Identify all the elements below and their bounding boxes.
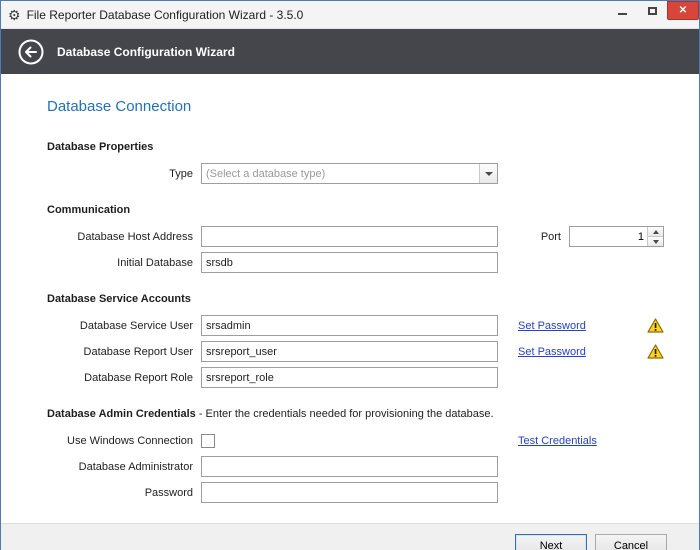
type-label: Type (47, 168, 193, 180)
row-initial-database: Initial Database (47, 252, 664, 273)
windows-connection-checkbox[interactable] (201, 434, 215, 448)
app-gear-icon: ⚙ (8, 8, 21, 22)
dropdown-button[interactable] (479, 164, 497, 183)
back-button[interactable] (17, 38, 45, 66)
set-password-link-report-user[interactable]: Set Password (518, 346, 586, 358)
row-service-user: Database Service User Set Password (47, 315, 664, 336)
report-user-label: Database Report User (47, 346, 193, 358)
service-user-input[interactable] (201, 315, 498, 336)
cancel-button[interactable]: Cancel (595, 534, 667, 550)
windows-connection-label: Use Windows Connection (47, 435, 193, 447)
warning-icon-service-user (647, 318, 664, 333)
maximize-button[interactable] (637, 1, 667, 20)
row-administrator: Database Administrator (47, 456, 664, 477)
report-role-input[interactable] (201, 367, 498, 388)
administrator-input[interactable] (201, 456, 498, 477)
minimize-button[interactable] (607, 1, 637, 20)
section-heading-communication: Communication (47, 204, 664, 216)
footer: Next Cancel (1, 523, 699, 550)
port-input[interactable] (570, 227, 647, 246)
window-controls: ✕ (607, 1, 699, 28)
close-button[interactable]: ✕ (667, 1, 699, 20)
section-admin-credentials: Database Admin Credentials - Enter the c… (47, 408, 664, 503)
wizard-header: Database Configuration Wizard (1, 29, 699, 74)
report-user-input[interactable] (201, 341, 498, 362)
section-heading-service-accounts: Database Service Accounts (47, 293, 664, 305)
host-address-input[interactable] (201, 226, 498, 247)
row-report-role: Database Report Role (47, 367, 664, 388)
row-host-address: Database Host Address Port (47, 226, 664, 247)
chevron-up-icon (653, 230, 659, 234)
titlebar: ⚙ File Reporter Database Configuration W… (1, 1, 699, 29)
row-windows-connection: Use Windows Connection Test Credentials (47, 430, 664, 451)
database-type-select[interactable]: (Select a database type) (201, 163, 498, 184)
chevron-down-icon (653, 240, 659, 244)
close-icon: ✕ (679, 5, 687, 16)
port-decrement-button[interactable] (648, 236, 663, 246)
section-heading-admin-credentials: Database Admin Credentials - Enter the c… (47, 408, 664, 420)
row-type: Type (Select a database type) (47, 163, 664, 184)
warning-icon-report-user (647, 344, 664, 359)
initial-database-label: Initial Database (47, 257, 193, 269)
database-type-selected-value: (Select a database type) (202, 168, 479, 180)
row-password: Password (47, 482, 664, 503)
test-credentials-link[interactable]: Test Credentials (518, 435, 597, 447)
port-stepper (569, 226, 664, 247)
wizard-header-title: Database Configuration Wizard (57, 45, 235, 59)
page-title: Database Connection (47, 98, 664, 115)
back-arrow-icon (17, 38, 45, 66)
next-button[interactable]: Next (515, 534, 587, 550)
administrator-label: Database Administrator (47, 461, 193, 473)
content: Database Connection Database Properties … (1, 74, 699, 523)
minimize-icon (618, 13, 627, 15)
set-password-link-service-user[interactable]: Set Password (518, 320, 586, 332)
port-label: Port (541, 231, 561, 243)
port-increment-button[interactable] (648, 227, 663, 236)
initial-database-input[interactable] (201, 252, 498, 273)
service-user-label: Database Service User (47, 320, 193, 332)
admin-credentials-heading: Database Admin Credentials (47, 408, 196, 420)
maximize-icon (648, 7, 657, 15)
chevron-down-icon (485, 172, 493, 176)
report-role-label: Database Report Role (47, 372, 193, 384)
section-service-accounts: Database Service Accounts Database Servi… (47, 293, 664, 388)
admin-credentials-description: - Enter the credentials needed for provi… (199, 408, 494, 420)
port-group: Port (541, 226, 664, 247)
host-address-label: Database Host Address (47, 231, 193, 243)
section-communication: Communication Database Host Address Port (47, 204, 664, 273)
section-heading-properties: Database Properties (47, 141, 664, 153)
row-report-user: Database Report User Set Password (47, 341, 664, 362)
window-title: File Reporter Database Configuration Wiz… (27, 8, 304, 22)
password-input[interactable] (201, 482, 498, 503)
wizard-window: ⚙ File Reporter Database Configuration W… (0, 0, 700, 550)
section-database-properties: Database Properties Type (Select a datab… (47, 141, 664, 184)
password-label: Password (47, 487, 193, 499)
